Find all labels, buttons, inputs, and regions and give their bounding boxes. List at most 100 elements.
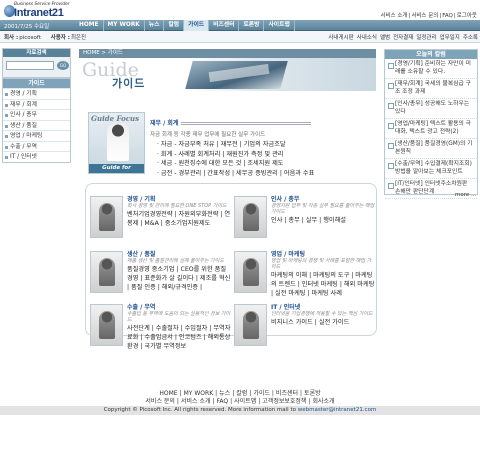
category-title[interactable]: 수출 / 무역 <box>127 302 231 311</box>
guide-focus-item[interactable]: · 자금 - 자금부족 처유 | 재무전 | 기업의 자금조달 <box>150 140 378 150</box>
category-image[interactable] <box>234 304 267 346</box>
footer-link[interactable]: FAQ <box>217 398 229 405</box>
search-go-button[interactable]: GO <box>57 61 69 70</box>
column-item[interactable]: [생산/품질] 품질경영(GM)의 기본원칙 <box>385 139 477 159</box>
category-title[interactable]: 인사 / 총무 <box>271 194 375 203</box>
search-box-title: 자료검색 <box>3 49 70 57</box>
sidebar-item-marketing[interactable]: 영업 / 마케팅 <box>3 130 70 141</box>
top-link-service-inquiry[interactable]: 서비스 문의 <box>411 13 438 19</box>
gnb-guide[interactable]: 가이드 <box>184 20 210 31</box>
category-links[interactable]: 인사 | 총무 | 실무 | 행이해설 <box>271 216 375 225</box>
category-image[interactable] <box>234 251 267 293</box>
category-links[interactable]: 벤처기업경영전략 | 자원외부화전략 | 연봉제 | M&A | 중소기업지원제… <box>127 210 231 228</box>
gnb-mywork[interactable]: MY WORK <box>104 20 145 31</box>
guide-focus-heading[interactable]: 재무 / 회계 <box>150 118 378 127</box>
intranet-board[interactable]: 사내게시판 <box>328 33 353 41</box>
category-hr: 인사 / 총무 경영지원 업무 및 각종 실무 필요를 풀어주는 해법 가이드 … <box>234 194 374 240</box>
sidebar-item-it[interactable]: IT / 인터넷 <box>3 151 70 162</box>
global-nav: HOME MY WORK 뉴스 칼럼 가이드 비즈센터 토론방 사이트맵 <box>75 20 295 31</box>
guide-focus-item[interactable]: · 회계 - 사례별 회계처리 | 재원진가 측정 및 관리 <box>150 150 378 160</box>
search-box: 자료검색 GO <box>2 48 71 78</box>
guide-focus-item[interactable]: · 세금 - 원천징수에 대한 모든 것 | 조세지원 제도 <box>150 159 378 169</box>
category-title[interactable]: 경영 / 기획 <box>127 194 231 203</box>
banner-title-ko: 가이드 <box>112 77 146 90</box>
copyright-bar: Copyright © Picosoft Inc. All rights res… <box>0 406 480 415</box>
footer-link[interactable]: 회사소개 <box>312 398 334 405</box>
top-link-faq[interactable]: FAQ <box>442 13 453 19</box>
guide-focus: 재무 / 회계 자금 회계 등 각종 재무 업무에 필요한 실무 가이드 · 자… <box>150 118 378 178</box>
intranet-addressbook[interactable]: 주소록 <box>463 33 478 41</box>
todays-columns-title: 오늘의 칼럼 <box>385 50 477 59</box>
category-subtitle: 영업 및 마케팅의 경쟁 및 사례를 포함한 해법 가이드 <box>271 258 372 270</box>
footer-link[interactable]: 서비스 문의 <box>145 398 175 405</box>
category-image[interactable] <box>90 304 123 346</box>
category-image[interactable] <box>90 251 123 293</box>
category-title[interactable]: IT / 인터넷 <box>271 302 375 311</box>
category-image[interactable] <box>90 196 123 238</box>
gnb-sitemap[interactable]: 사이트맵 <box>264 20 295 31</box>
footer-link[interactable]: 고객정보보호정책 <box>262 398 306 405</box>
column-item[interactable]: [경영/기획] 준비하는 자만이 미래를 소유할 수 있다. <box>385 59 477 79</box>
sidebar-item-finance[interactable]: 재무 / 회계 <box>3 98 70 110</box>
user-info: 회사 :picosoft 사용자 :최은진 <box>4 33 94 41</box>
category-subtitle: 제품 생산 및 품질관리에 실제 풀어주는 가이드 <box>127 258 224 264</box>
category-subtitle: 경영지원 업무 및 각종 실무 필요를 풀어주는 해법 가이드 <box>271 203 375 215</box>
person-figure <box>107 123 129 161</box>
category-links[interactable]: 마케팅의 이해 | 마케팅의 도구 | 마케팅의 트렌드 | 인터넷 마케팅 |… <box>271 271 375 298</box>
search-input[interactable] <box>6 61 54 70</box>
sidebar-item-trade[interactable]: 수출 / 무역 <box>3 140 70 152</box>
top-link-logout[interactable]: 로그아웃 <box>457 13 477 19</box>
category-image[interactable] <box>234 196 267 238</box>
gnb-bizcenter[interactable]: 비즈센터 <box>209 20 240 31</box>
intranet-schedule[interactable]: 일정관리 <box>416 33 436 41</box>
category-title[interactable]: 생산 / 품질 <box>127 249 231 258</box>
intranet-album[interactable]: 앨범 <box>380 33 390 41</box>
guide-focus-desc: 자금 회계 등 각종 재무 업무에 필요한 실무 가이드 <box>150 132 266 138</box>
guide-sidebar: 가이드 경영 / 기획 재무 / 회계 인사 / 총무 생산 / 품질 영업 /… <box>2 78 71 163</box>
footer-link[interactable]: 사이트맵 <box>234 398 256 405</box>
sidebar-item-hr[interactable]: 인사 / 총무 <box>3 109 70 120</box>
column-item[interactable]: [재무/회계] 국세의 불복심급 구조 조정 과제 <box>385 79 477 99</box>
top-link-service-intro[interactable]: 서비스 소개 <box>380 13 407 19</box>
breadcrumb: HOME > 가이드 <box>79 49 376 58</box>
gnb-column[interactable]: 칼럼 <box>164 20 185 31</box>
category-subtitle: 수출입 등 무역에 도움이 되는 실용적인 정보 가이드 <box>127 311 231 323</box>
guide-focus-title[interactable]: 재무 / 회계 <box>150 120 178 127</box>
category-title[interactable]: 영업 / 마케팅 <box>271 249 375 258</box>
divider <box>181 122 312 125</box>
category-links[interactable]: 품질경영 중소기업 | CEO를 위한 품질경영 | 표준화가 살 길이다 | … <box>127 265 231 292</box>
company-label: 회사 : <box>4 35 19 41</box>
column-item[interactable]: [영업/마케팅] 텍스트 활용의 극대화, 텍스트 광고 전략(2) <box>385 119 477 139</box>
category-links[interactable]: 사전단계 | 수출절차 | 수입절차 | 무역자료화 | 수출입금서 | 인코텀… <box>127 324 231 351</box>
intranet-approval[interactable]: 전자결재 <box>393 33 413 41</box>
webmaster-email[interactable]: webmaster@intranet21.com <box>298 407 377 413</box>
guide-banner: Guide 가이드 <box>79 58 376 91</box>
category-management: 경영 / 기획 회사 경영 및 관리에 필요한 ONE STOP 가이드 벤처기… <box>90 194 230 240</box>
footer-nav-secondary: 서비스 문의 | 서비스 소개 | FAQ | 사이트맵 | 고객정보보호정책 | 회사소개 <box>145 398 335 405</box>
more-link[interactable]: more ... <box>455 192 476 198</box>
todays-columns: 오늘의 칼럼 [경영/기획] 준비하는 자만이 미래를 소유할 수 있다. [재… <box>384 49 478 199</box>
user-value: 최은진 <box>70 35 87 41</box>
copyright-text: Copyright © Picosoft Inc. All rights res… <box>103 407 296 413</box>
guide-focus-label: Guide Focus <box>91 114 140 123</box>
category-subtitle: 회사 경영 및 관리에 필요한 ONE STOP 가이드 <box>127 203 227 209</box>
category-trade: 수출 / 무역 수출입 등 무역에 도움이 되는 실용적인 정보 가이드 사전단… <box>90 302 231 351</box>
category-subtitle: 인터넷을 기업경쟁에 적용할 수 있는 핵심 가이드 <box>271 311 373 317</box>
sidebar-item-management[interactable]: 경영 / 기획 <box>3 88 70 99</box>
gnb-forum[interactable]: 토론방 <box>239 20 265 31</box>
column-item[interactable]: [수출/무역] 수입결제(확지조회) 방법을 알아보는 체크포인트 <box>385 159 477 179</box>
guide-focus-item[interactable]: · 금전 - 경부관리 | 간표작성 | 세무공 증빙관리 | 어음과 수표 <box>150 169 378 179</box>
gnb-news[interactable]: 뉴스 <box>145 20 165 31</box>
guide-focus-caption: Guide for Bissness <box>89 164 144 180</box>
sidebar-item-production[interactable]: 생산 / 품질 <box>3 119 70 131</box>
logo[interactable]: Business Service Provider Intranet21 <box>4 2 74 19</box>
category-links[interactable]: 비지니스 가이드 | 실전 가이드 <box>271 318 375 327</box>
intranet-worklog[interactable]: 업무일지 <box>440 33 460 41</box>
column-item[interactable]: [인사/총무] 성공해도 노하우는 있다 <box>385 99 477 119</box>
guide-focus-image[interactable]: Guide Focus Guide for Bissness <box>88 112 145 180</box>
footer-link[interactable]: 서비스 소개 <box>181 398 211 405</box>
category-marketing: 영업 / 마케팅 영업 및 마케팅의 경쟁 및 사례를 포함한 해법 가이드 마… <box>234 249 375 298</box>
intranet-news[interactable]: 사내소식 <box>357 33 377 41</box>
current-date: 2001/7/25 수요일 <box>4 24 50 30</box>
gnb-home[interactable]: HOME <box>75 20 104 31</box>
